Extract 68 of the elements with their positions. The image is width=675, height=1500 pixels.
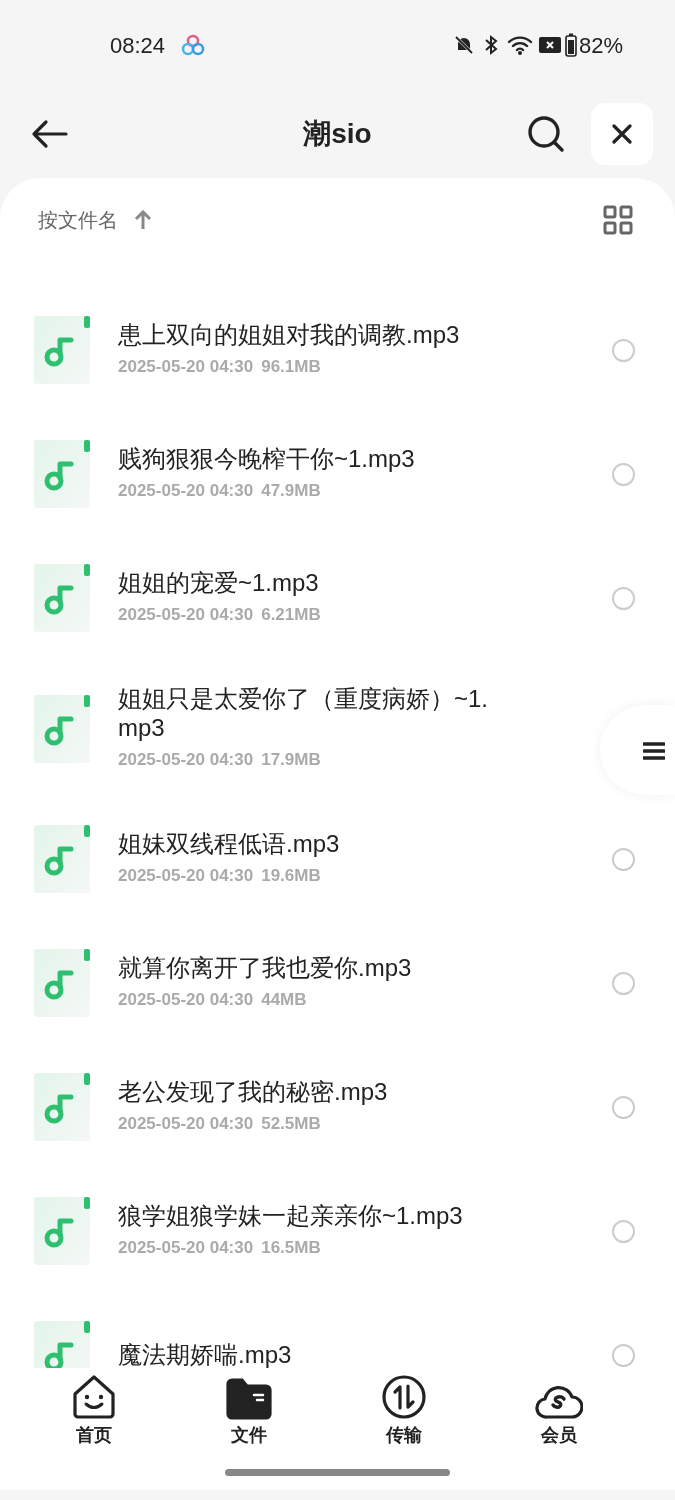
select-checkbox[interactable]	[612, 847, 635, 871]
select-checkbox[interactable]	[612, 1219, 635, 1243]
file-date: 2025-05-20 04:30	[118, 864, 254, 887]
file-date: 2025-05-20 04:30	[118, 988, 254, 1011]
grid-view-icon[interactable]	[603, 205, 633, 235]
app-notification-icon	[181, 33, 206, 57]
file-date: 2025-05-20 04:30	[118, 1112, 254, 1135]
file-name: 就算你离开了我也爱你.mp3	[118, 953, 413, 983]
back-arrow-icon[interactable]	[30, 119, 68, 149]
file-name: 姐妹双线程低语.mp3	[118, 829, 341, 859]
muted-bell-icon	[452, 34, 475, 56]
select-checkbox[interactable]	[612, 971, 635, 995]
battery-percentage: 82%	[578, 31, 623, 60]
file-size: 17.9MB	[261, 748, 321, 771]
file-row[interactable]: 就算你离开了我也爱你.mp3 2025-05-20 04:30 44MB	[0, 921, 675, 1046]
file-row[interactable]: 患上双向的姐姐对我的调教.mp3 2025-05-20 04:30 96.1MB	[0, 288, 675, 412]
page-title: 潮sio	[302, 117, 373, 151]
file-size: 47.9MB	[261, 479, 321, 502]
nav-tab[interactable]: 文件	[171, 1368, 326, 1449]
file-size: 19.6MB	[261, 864, 321, 887]
audio-file-icon	[34, 825, 90, 894]
audio-file-icon	[34, 1197, 90, 1266]
file-date: 2025-05-20 04:30	[118, 748, 254, 771]
file-date: 2025-05-20 04:30	[118, 603, 254, 626]
nav-tab[interactable]: 传输	[326, 1368, 481, 1449]
close-icon	[612, 124, 632, 144]
select-checkbox[interactable]	[612, 1095, 635, 1119]
file-name: 姐姐的宠爱~1.mp3	[118, 568, 320, 598]
file-date: 2025-05-20 04:30	[118, 1236, 254, 1259]
file-name: 狼学姐狼学妹一起亲亲你~1.mp3	[118, 1201, 464, 1231]
audio-file-icon	[34, 316, 90, 384]
close-button[interactable]	[591, 103, 653, 165]
nav-tab[interactable]: 首页	[16, 1368, 171, 1449]
file-size: 44MB	[261, 988, 307, 1011]
select-checkbox[interactable]	[612, 1343, 635, 1367]
sim-card-icon	[538, 36, 561, 54]
file-size: 96.1MB	[261, 355, 321, 378]
file-name: 姐姐只是太爱你了（重度病娇）~1.mp3	[118, 685, 490, 743]
audio-file-icon	[34, 440, 90, 508]
file-date: 2025-05-20 04:30	[118, 479, 254, 502]
file-date: 2025-05-20 04:30	[118, 355, 254, 378]
file-row[interactable]: 姐妹双线程低语.mp3 2025-05-20 04:30 19.6MB	[0, 797, 675, 922]
select-checkbox[interactable]	[612, 586, 635, 610]
nav-tab[interactable]: 会员	[481, 1368, 636, 1449]
file-row[interactable]: 姐姐的宠爱~1.mp3 2025-05-20 04:30 6.21MB	[0, 536, 675, 660]
file-row[interactable]: 狼学姐狼学妹一起亲亲你~1.mp3 2025-05-20 04:30 16.5MB	[0, 1169, 675, 1294]
file-size: 52.5MB	[261, 1112, 321, 1135]
wifi-icon	[506, 34, 535, 56]
file-size: 16.5MB	[261, 1236, 321, 1259]
status-time: 08:24	[110, 31, 166, 60]
audio-file-icon	[34, 694, 90, 763]
audio-file-icon	[34, 949, 90, 1018]
select-checkbox[interactable]	[612, 338, 635, 362]
audio-file-icon	[34, 564, 90, 632]
file-name: 患上双向的姐姐对我的调教.mp3	[118, 320, 461, 350]
sort-option[interactable]: 按文件名	[38, 205, 118, 235]
file-name: 老公发现了我的秘密.mp3	[118, 1077, 389, 1107]
file-row[interactable]: 贱狗狠狠今晚榨干你~1.mp3 2025-05-20 04:30 47.9MB	[0, 412, 675, 536]
sort-ascending-icon[interactable]	[134, 210, 152, 230]
file-name: 魔法期娇喘.mp3	[118, 1340, 293, 1370]
audio-file-icon	[34, 1073, 90, 1142]
battery-icon	[564, 33, 577, 57]
file-row[interactable]: 老公发现了我的秘密.mp3 2025-05-20 04:30 52.5MB	[0, 1045, 675, 1170]
select-checkbox[interactable]	[612, 462, 635, 486]
menu-icon	[642, 740, 665, 761]
search-icon[interactable]	[527, 115, 565, 153]
file-name: 贱狗狠狠今晚榨干你~1.mp3	[118, 444, 416, 474]
file-size: 6.21MB	[261, 603, 321, 626]
